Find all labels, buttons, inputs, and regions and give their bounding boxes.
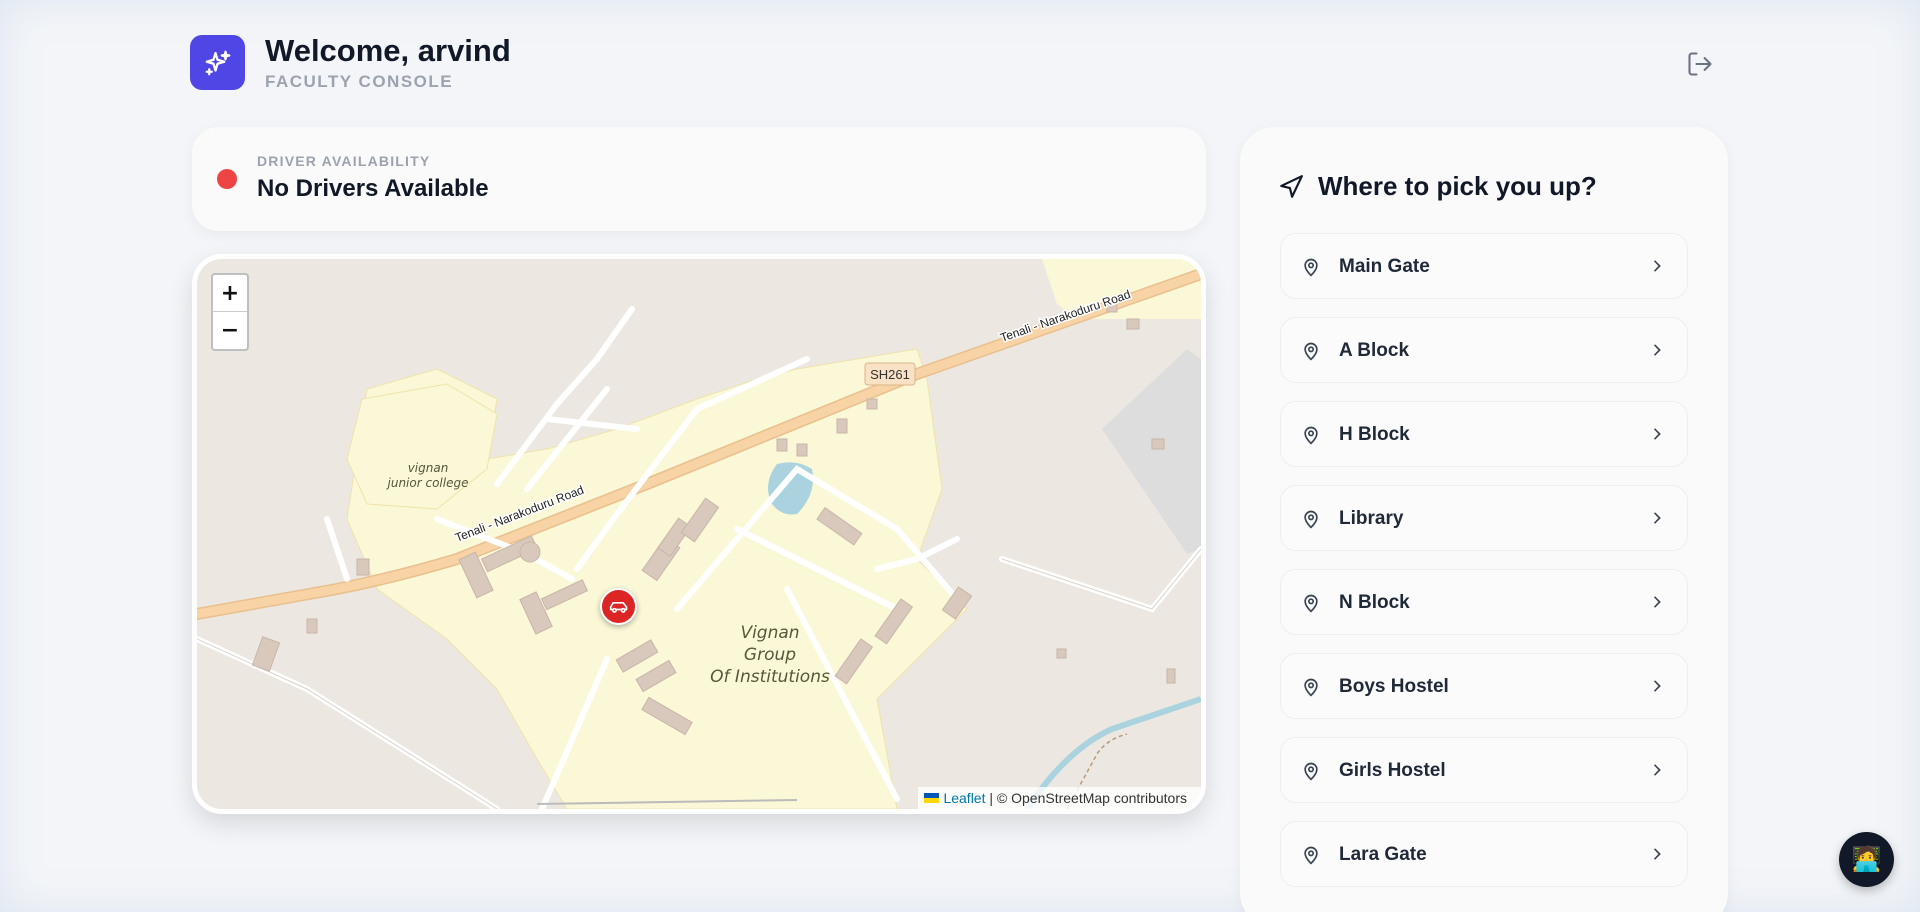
chevron-right-icon [1654, 596, 1661, 608]
zoom-control: + − [211, 273, 249, 351]
location-lara-gate[interactable]: Lara Gate [1280, 821, 1688, 887]
assistant-avatar-icon: 🧑‍💻 [1851, 846, 1882, 873]
logout-button[interactable] [1684, 48, 1716, 80]
chevron-right-icon [1654, 428, 1661, 440]
location-library[interactable]: Library [1280, 485, 1688, 551]
location-label: Boys Hostel [1339, 676, 1449, 697]
map-pin-icon [1304, 510, 1318, 529]
console-subtitle: FACULTY CONSOLE [265, 72, 454, 91]
navigation-arrow-icon [1280, 174, 1303, 198]
chat-assistant-button[interactable]: 🧑‍💻 [1839, 832, 1894, 887]
leaflet-link[interactable]: Leaflet [943, 790, 985, 806]
driver-availability-card: DRIVER AVAILABILITY No Drivers Available [192, 127, 1206, 231]
map-pin-icon [1304, 846, 1318, 865]
location-label: A Block [1339, 340, 1410, 361]
car-icon [609, 601, 627, 613]
chevron-right-icon [1654, 260, 1661, 272]
location-girls-hostel[interactable]: Girls Hostel [1280, 737, 1688, 803]
app-logo [190, 35, 245, 90]
pickup-title: Where to pick you up? [1318, 171, 1597, 201]
location-label: Girls Hostel [1339, 760, 1446, 781]
pickup-header: Where to pick you up? [1278, 171, 1597, 202]
map-pin-icon [1304, 258, 1318, 277]
map-tiles [197, 259, 1201, 809]
map-pin-icon [1304, 342, 1318, 361]
map-attribution: Leaflet | © OpenStreetMap contributors [918, 787, 1201, 809]
map-pin-icon [1304, 426, 1318, 445]
location-boys-hostel[interactable]: Boys Hostel [1280, 653, 1688, 719]
location-label: Library [1339, 508, 1404, 529]
sparkles-icon [205, 50, 230, 75]
map-view[interactable]: Tenali - Narakoduru Road Tenali - Narako… [192, 254, 1206, 814]
welcome-heading: Welcome, arvind [265, 33, 511, 68]
location-label: Main Gate [1339, 256, 1430, 277]
zoom-in-button[interactable]: + [213, 275, 247, 312]
chevron-right-icon [1654, 764, 1661, 776]
location-h-block[interactable]: H Block [1280, 401, 1688, 467]
location-main-gate[interactable]: Main Gate [1280, 233, 1688, 299]
pickup-panel: Where to pick you up? Main Gate A Block … [1240, 127, 1728, 912]
attribution-text: | © OpenStreetMap contributors [985, 790, 1187, 806]
location-a-block[interactable]: A Block [1280, 317, 1688, 383]
map-pin-icon [1304, 762, 1318, 781]
map-pin-icon [1304, 594, 1318, 613]
chevron-right-icon [1654, 512, 1661, 524]
location-label: Lara Gate [1339, 844, 1427, 865]
chevron-right-icon [1654, 344, 1661, 356]
driver-availability-label: DRIVER AVAILABILITY [257, 153, 431, 169]
driver-status-text: No Drivers Available [257, 175, 489, 202]
ukraine-flag-icon [924, 793, 940, 803]
zoom-out-button[interactable]: − [213, 312, 247, 349]
status-indicator-dot [217, 169, 237, 189]
location-label: H Block [1339, 424, 1410, 445]
location-n-block[interactable]: N Block [1280, 569, 1688, 635]
location-label: N Block [1339, 592, 1410, 613]
chevron-right-icon [1654, 848, 1661, 860]
map-pin-icon [1304, 678, 1318, 697]
logout-icon [1688, 52, 1712, 76]
driver-car-marker[interactable] [600, 588, 637, 625]
chevron-right-icon [1654, 680, 1661, 692]
